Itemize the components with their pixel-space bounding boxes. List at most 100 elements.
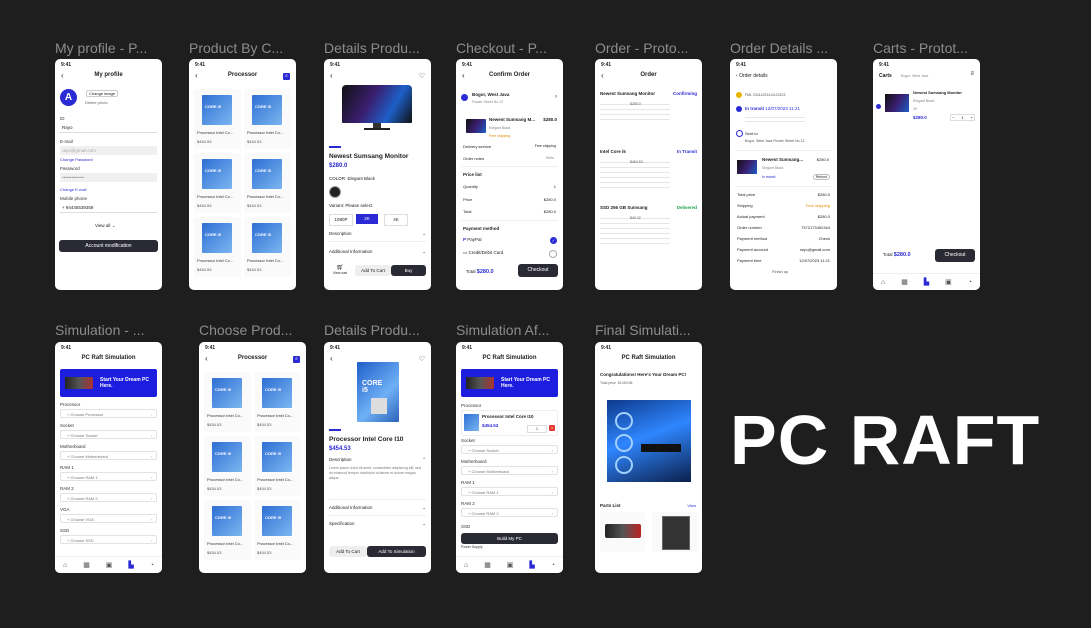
grid-icon[interactable]: ▦ xyxy=(901,278,908,286)
view-cart-button[interactable]: 🛒︎ View cart xyxy=(329,264,351,275)
order-card[interactable]: Newest Sumsang Monitor Confirming $280.0 xyxy=(600,91,697,139)
component-select[interactable]: + Choose Socket xyxy=(461,445,558,455)
change-image-button[interactable]: Change image xyxy=(86,90,119,97)
build-my-pc-button[interactable]: Build My PC xyxy=(461,533,558,544)
component-select[interactable]: + Choose Socket xyxy=(60,430,157,440)
specification-toggle[interactable]: Specification ⌄ xyxy=(329,521,426,527)
add-to-cart-button[interactable]: Add To Cart xyxy=(355,265,391,276)
cart-icon[interactable]: ▣ xyxy=(945,278,952,286)
avatar[interactable]: A xyxy=(60,89,77,106)
product-card[interactable]: Processor Intel Co... $454.53 xyxy=(254,436,301,496)
grid-icon[interactable]: ▦ xyxy=(83,561,90,569)
product-card[interactable]: Processor Intel Co... $454.53 xyxy=(194,89,241,149)
view-all-link[interactable]: View all ⌄ xyxy=(95,223,115,229)
selected-processor-card[interactable]: Processor Intel Core I10 $454.53 1 × xyxy=(461,410,558,436)
select-dot[interactable] xyxy=(876,104,881,109)
paypal-icon: P xyxy=(463,237,467,242)
email-field[interactable]: rayo@gmail.com xyxy=(60,146,157,155)
page-title: My profile xyxy=(94,72,123,78)
component-select[interactable]: + Choose RAM 2 xyxy=(60,493,157,503)
quantity-stepper[interactable]: − 1 + xyxy=(950,114,975,121)
finish-link[interactable]: Finish up xyxy=(772,269,788,274)
quantity-stepper[interactable]: 1 xyxy=(527,425,547,433)
search-icon[interactable]: ⌕ xyxy=(283,73,290,80)
color-swatch-black[interactable] xyxy=(329,186,341,198)
cart-icon[interactable]: ▣ xyxy=(106,561,113,569)
notes-value[interactable]: Write xyxy=(546,156,554,160)
checkout-button[interactable]: Checkout xyxy=(935,249,975,262)
sent-dot xyxy=(736,130,743,137)
component-select[interactable]: + Choose RAM 2 xyxy=(461,508,558,518)
delete-icon[interactable]: × xyxy=(549,425,555,431)
variant-2k[interactable]: 2K xyxy=(356,214,378,224)
product-card[interactable]: Processor Intel Co... $454.53 xyxy=(204,372,251,432)
phone-field[interactable]: + 94445539359 xyxy=(60,203,157,213)
user-icon[interactable]: ◔ xyxy=(150,562,154,569)
order-card[interactable]: Intel Core i5 In Transit $454.53 xyxy=(600,149,697,197)
description-toggle[interactable]: Description ⌃ xyxy=(329,457,426,463)
product-card[interactable]: Processor Intel Co... $454.53 xyxy=(204,500,251,560)
plus-icon[interactable]: + xyxy=(971,115,973,120)
user-icon[interactable]: ◔ xyxy=(551,562,555,569)
paypal-option[interactable]: P PayPal ✓ xyxy=(463,237,557,244)
component-select[interactable]: + Choose Motherboard xyxy=(60,451,157,461)
back-arrow-icon[interactable]: ‹ xyxy=(736,73,738,79)
delivery-value[interactable]: Free shipping xyxy=(535,144,556,148)
free-shipping-badge: Free shipping xyxy=(489,134,511,138)
variant-1080p[interactable]: 1080P xyxy=(329,214,353,226)
back-arrow-icon[interactable]: ‹ xyxy=(330,71,333,80)
minus-icon[interactable]: − xyxy=(952,115,954,120)
password-field[interactable]: •••••••••••••• xyxy=(60,173,157,182)
cart-address[interactable]: Bogor, West Java xyxy=(901,74,928,78)
product-card[interactable]: Processor Intel Co... $454.53 xyxy=(254,372,301,432)
view-link[interactable]: View xyxy=(687,503,696,508)
product-card[interactable]: Processor Intel Co... $454.53 xyxy=(204,436,251,496)
additional-info-toggle[interactable]: Additional Information ⌄ xyxy=(329,505,426,511)
component-select[interactable]: + Choose Motherboard xyxy=(461,466,558,476)
cart-icon[interactable]: ▣ xyxy=(507,561,514,569)
product-card[interactable]: Processor Intel Co... $454.53 xyxy=(244,217,291,277)
order-card[interactable]: SSD 256 GB Sumsang Delivered $40.32 xyxy=(600,205,697,253)
component-select[interactable]: + Choose VGA xyxy=(60,514,157,524)
product-price: $454.53 xyxy=(207,550,222,555)
change-email-link[interactable]: Change E-mail xyxy=(60,187,86,192)
heart-icon[interactable]: ♡ xyxy=(419,355,425,363)
grid-icon[interactable]: ▦ xyxy=(484,561,491,569)
pc-icon[interactable]: ▙ xyxy=(128,561,133,569)
part-card[interactable] xyxy=(652,512,697,552)
variant-4k[interactable]: 4K xyxy=(384,214,408,226)
pc-icon[interactable]: ▙ xyxy=(924,278,929,286)
additional-info-toggle[interactable]: Additional Information ⌄ xyxy=(329,249,426,255)
home-icon[interactable]: ⌂ xyxy=(881,279,885,286)
card-option[interactable]: ▭ Credit/Debit Card xyxy=(463,250,557,258)
change-password-link[interactable]: Change Password xyxy=(60,157,93,162)
part-card[interactable] xyxy=(600,512,645,552)
user-icon[interactable]: ◔ xyxy=(968,279,972,286)
pc-icon[interactable]: ▙ xyxy=(529,561,534,569)
add-to-simulation-button[interactable]: Add To Simulation xyxy=(367,546,426,557)
menu-icon[interactable]: ≡ xyxy=(970,71,974,77)
id-field[interactable]: Rayo xyxy=(60,123,157,133)
refund-button[interactable]: Refund xyxy=(812,174,830,180)
component-select[interactable]: + Choose RAM 1 xyxy=(461,487,558,497)
product-card[interactable]: Processor Intel Co... $454.53 xyxy=(194,217,241,277)
add-to-cart-button[interactable]: Add To Cart xyxy=(329,546,367,557)
product-card[interactable]: Processor Intel Co... $454.53 xyxy=(244,89,291,149)
account-modification-button[interactable]: Account modification xyxy=(59,240,158,252)
search-icon[interactable]: ⌕ xyxy=(293,356,300,363)
buy-button[interactable]: Buy xyxy=(391,265,426,276)
home-icon[interactable]: ⌂ xyxy=(464,562,468,569)
component-select[interactable]: + Choose RAM 1 xyxy=(60,472,157,482)
description-toggle[interactable]: Description ⌄ xyxy=(329,231,426,237)
delete-photo-link[interactable]: Delete photo xyxy=(85,100,108,105)
product-card[interactable]: Processor Intel Co... $454.53 xyxy=(254,500,301,560)
product-card[interactable]: Processor Intel Co... $454.53 xyxy=(194,153,241,213)
heart-icon[interactable]: ♡ xyxy=(419,72,425,80)
chevron-right-icon[interactable]: › xyxy=(555,94,557,100)
product-card[interactable]: Processor Intel Co... $454.53 xyxy=(244,153,291,213)
home-icon[interactable]: ⌂ xyxy=(63,562,67,569)
back-arrow-icon[interactable]: ‹ xyxy=(330,354,333,363)
checkout-button[interactable]: Checkout xyxy=(518,264,558,277)
component-select[interactable]: + Choose SSD xyxy=(60,535,157,545)
component-select[interactable]: + Choose Processor xyxy=(60,409,157,419)
